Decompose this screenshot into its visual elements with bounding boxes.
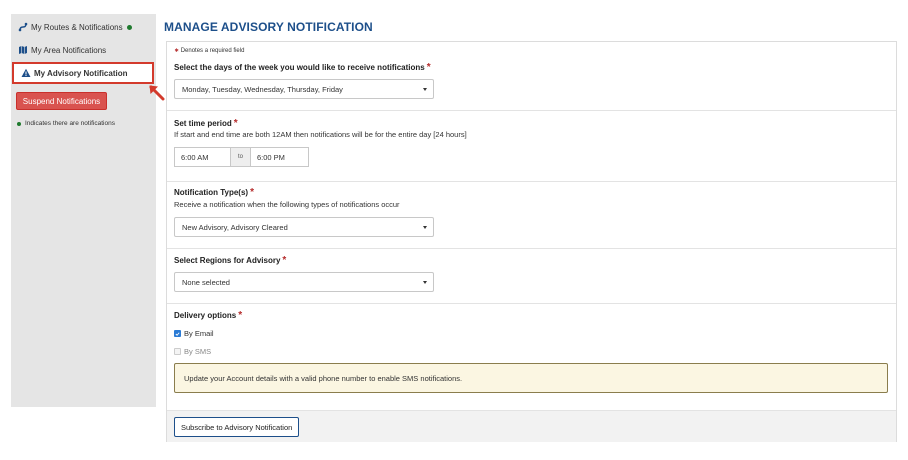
time-section: Set time period * If start and end time a… (167, 111, 896, 182)
sms-label: By SMS (184, 347, 212, 356)
warning-icon (21, 68, 31, 78)
sidebar: My Routes & Notifications My Area Notifi… (11, 14, 156, 407)
suspend-notifications-button[interactable]: Suspend Notifications (16, 92, 107, 110)
days-section: ∗ Denotes a required field Select the da… (167, 42, 896, 111)
delivery-label-text: Delivery options (174, 311, 237, 320)
required-note-text: Denotes a required field (180, 48, 245, 54)
subscribe-button[interactable]: Subscribe to Advisory Notification (174, 417, 300, 437)
notification-dot (17, 121, 21, 126)
regions-label-text: Select Regions for Advisory (174, 256, 281, 265)
sms-option: By SMS (174, 347, 211, 356)
time-help-text: If start and end time are both 12AM then… (174, 130, 467, 139)
caret-down-icon (423, 88, 427, 91)
sidebar-item-my-area[interactable]: My Area Notifications (11, 39, 156, 61)
days-label: Select the days of the week you would li… (174, 62, 431, 73)
sidebar-item-label: My Advisory Notification (34, 68, 128, 78)
notification-legend: Indicates there are notifications (17, 120, 115, 127)
email-label: By Email (184, 329, 214, 338)
required-star: * (282, 255, 287, 266)
red-arrow-icon (149, 85, 165, 101)
types-label: Notification Type(s) * (174, 187, 254, 198)
days-label-text: Select the days of the week you would li… (174, 63, 425, 72)
regions-section: Select Regions for Advisory * None select… (167, 249, 896, 304)
days-select-value: Monday, Tuesday, Wednesday, Thursday, Fr… (182, 84, 343, 94)
required-star: ∗ (174, 48, 180, 54)
caret-down-icon (423, 226, 427, 229)
sidebar-item-my-routes[interactable]: My Routes & Notifications (11, 16, 156, 38)
page-title: MANAGE ADVISORY NOTIFICATION (164, 20, 373, 34)
days-select[interactable]: Monday, Tuesday, Wednesday, Thursday, Fr… (174, 79, 434, 99)
route-icon (18, 22, 28, 32)
delivery-section: Delivery options * By Email By SMS Update… (167, 304, 896, 410)
caret-down-icon (423, 281, 427, 284)
types-select-value: New Advisory, Advisory Cleared (182, 222, 288, 232)
time-to-label: to (231, 147, 250, 167)
legend-text: Indicates there are notifications (25, 120, 115, 127)
required-note: ∗ Denotes a required field (174, 47, 244, 54)
types-help-text: Receive a notification when the followin… (174, 200, 400, 209)
types-label-text: Notification Type(s) (174, 188, 249, 197)
check-icon (175, 331, 180, 336)
email-option[interactable]: By Email (174, 329, 214, 338)
required-star: * (250, 187, 254, 198)
required-star: * (233, 118, 238, 129)
sidebar-item-label: My Routes & Notifications (31, 22, 123, 32)
time-label-text: Set time period (174, 119, 232, 128)
sms-notice: Update your Account details with a valid… (174, 363, 888, 393)
map-icon (18, 45, 28, 55)
form-footer: Subscribe to Advisory Notification (167, 410, 896, 442)
required-star: * (426, 62, 431, 73)
types-section: Notification Type(s) * Receive a notifica… (167, 182, 896, 249)
regions-select[interactable]: None selected (174, 272, 434, 292)
advisory-form: ∗ Denotes a required field Select the da… (166, 41, 897, 442)
required-star: * (238, 310, 243, 321)
delivery-label: Delivery options * (174, 310, 242, 321)
time-label: Set time period * (174, 118, 238, 129)
sms-checkbox (174, 348, 181, 355)
sidebar-item-my-advisory[interactable]: My Advisory Notification (12, 62, 154, 84)
email-checkbox[interactable] (174, 330, 181, 337)
regions-label: Select Regions for Advisory * (174, 255, 286, 266)
notification-dot (126, 24, 132, 30)
notification-types-select[interactable]: New Advisory, Advisory Cleared (174, 217, 434, 237)
regions-select-value: None selected (182, 277, 230, 287)
start-time-input[interactable]: 6:00 AM (174, 147, 231, 167)
end-time-input[interactable]: 6:00 PM (250, 147, 309, 167)
sidebar-item-label: My Area Notifications (31, 45, 107, 55)
